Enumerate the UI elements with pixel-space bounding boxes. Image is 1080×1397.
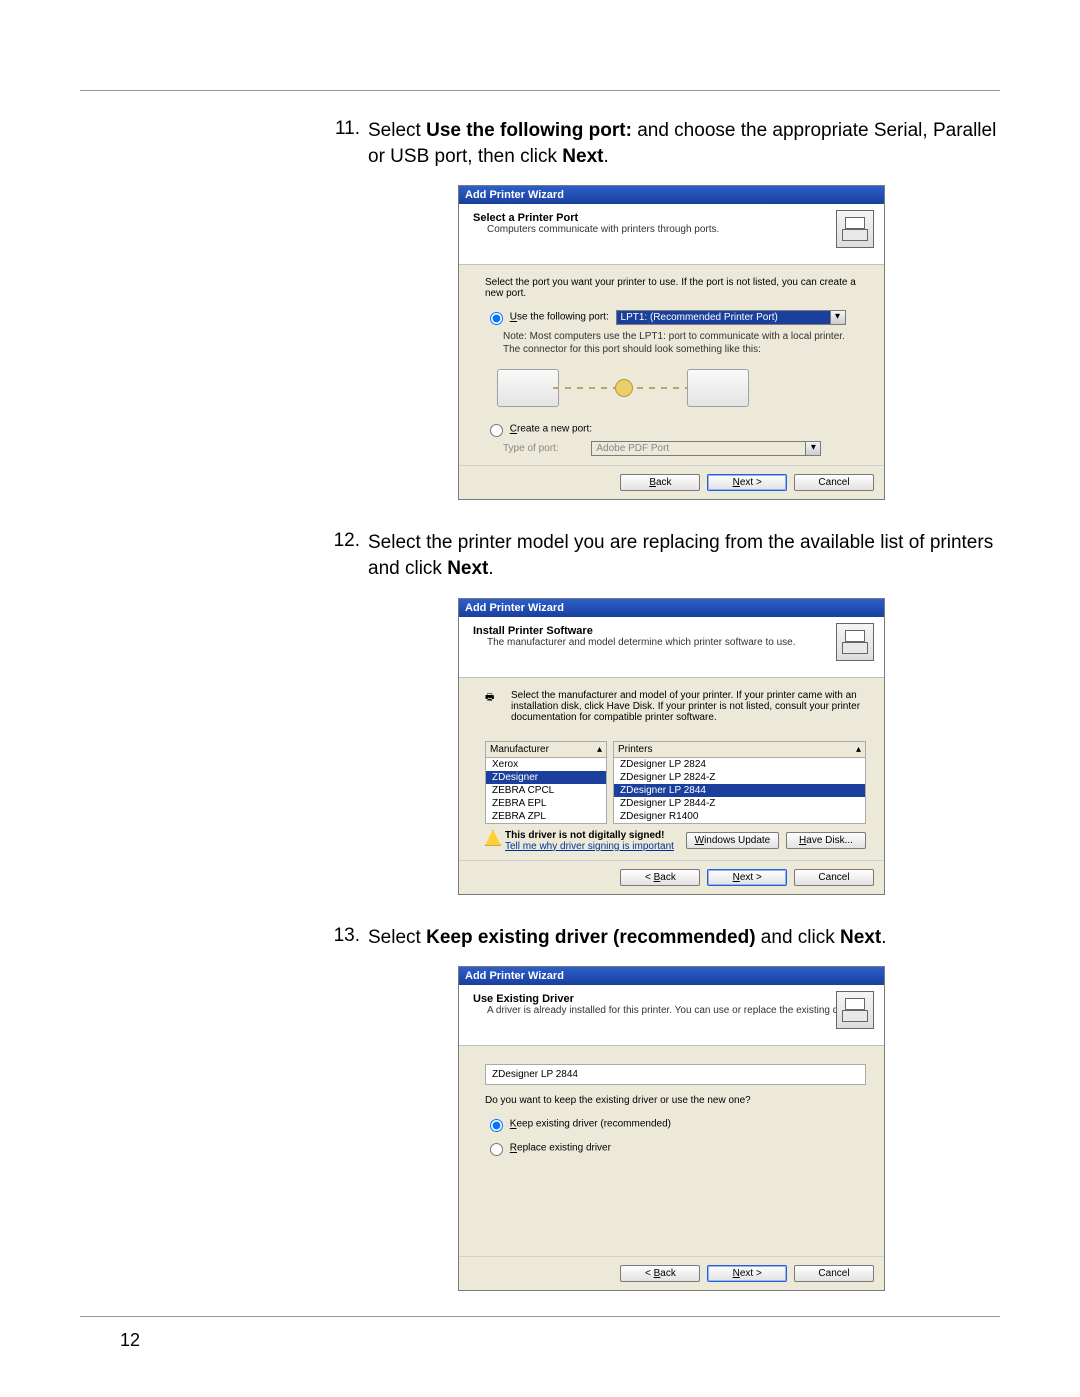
cancel-button[interactable]: Cancel: [794, 474, 874, 491]
list-item[interactable]: ZDesigner LP 2824: [614, 758, 865, 771]
printer-icon: [836, 623, 874, 661]
back-button[interactable]: Back: [620, 474, 700, 491]
port-type-dropdown: Adobe PDF Port▾: [591, 441, 821, 456]
back-button[interactable]: < Back: [620, 1265, 700, 1282]
dialog-title: Add Printer Wizard: [459, 186, 884, 204]
page-number: 12: [120, 1330, 140, 1351]
step-text: Select Keep existing driver (recommended…: [368, 925, 1000, 951]
printer-icon: [836, 210, 874, 248]
computer-icon: [497, 369, 559, 407]
use-port-radio[interactable]: [490, 312, 503, 325]
dialog-intro: Select the port you want your printer to…: [485, 277, 866, 299]
step-11: 11. Select Use the following port: and c…: [120, 118, 1000, 169]
back-button[interactable]: < Back: [620, 869, 700, 886]
dialog-title: Add Printer Wizard: [459, 967, 884, 985]
type-of-port-label: Type of port:: [503, 443, 559, 454]
step-12: 12. Select the printer model you are rep…: [120, 530, 1000, 581]
list-item[interactable]: ZDesigner LP 2844-Z: [614, 797, 865, 810]
keep-driver-radio[interactable]: [490, 1119, 503, 1132]
wizard-existing-driver-dialog: Add Printer Wizard Use Existing Driver A…: [458, 966, 883, 1291]
driver-warning: This driver is not digitally signed!: [505, 830, 664, 841]
dialog-intro: Select the manufacturer and model of you…: [511, 690, 866, 723]
list-item[interactable]: ZDesigner LP 2824-Z: [614, 771, 865, 784]
list-item[interactable]: Xerox: [486, 758, 606, 771]
dialog-subheading: A driver is already installed for this p…: [469, 1005, 874, 1016]
top-rule: [80, 90, 1000, 91]
bottom-rule: [80, 1316, 1000, 1317]
have-disk-button[interactable]: Have Disk...: [786, 832, 866, 849]
step-13: 13. Select Keep existing driver (recomme…: [120, 925, 1000, 951]
printer-small-icon: 🖶: [485, 690, 511, 733]
windows-update-button[interactable]: Windows Update: [686, 832, 780, 849]
port-dropdown[interactable]: LPT1: (Recommended Printer Port)▾: [616, 310, 846, 325]
driver-question: Do you want to keep the existing driver …: [485, 1095, 866, 1106]
driver-name: ZDesigner LP 2844: [485, 1064, 866, 1085]
scroll-up-icon: ▴: [856, 744, 861, 755]
dialog-subheading: The manufacturer and model determine whi…: [469, 637, 874, 648]
dialog-title: Add Printer Wizard: [459, 599, 884, 617]
step-number: 11.: [120, 118, 368, 169]
step-text: Select Use the following port: and choos…: [368, 118, 1000, 169]
step-text: Select the printer model you are replaci…: [368, 530, 1000, 581]
port-illustration: [493, 361, 753, 415]
cancel-button[interactable]: Cancel: [794, 1265, 874, 1282]
list-item[interactable]: ZDesigner LP 2844: [614, 784, 865, 797]
dialog-heading: Use Existing Driver: [469, 993, 874, 1005]
step-number: 12.: [120, 530, 368, 581]
dialog-subheading: Computers communicate with printers thro…: [469, 224, 874, 235]
warning-icon: [485, 830, 501, 846]
next-button[interactable]: Next >: [707, 1265, 787, 1282]
next-button[interactable]: Next >: [707, 869, 787, 886]
connector-icon: [615, 379, 633, 397]
create-port-radio[interactable]: [490, 424, 503, 437]
dialog-heading: Install Printer Software: [469, 625, 874, 637]
printers-list[interactable]: Printers▴ ZDesigner LP 2824 ZDesigner LP…: [613, 741, 866, 824]
next-button[interactable]: Next >: [707, 474, 787, 491]
port-note-1: Note: Most computers use the LPT1: port …: [503, 331, 866, 342]
wizard-software-dialog: Add Printer Wizard Install Printer Softw…: [458, 598, 883, 895]
manufacturer-list[interactable]: Manufacturer▴ Xerox ZDesigner ZEBRA CPCL…: [485, 741, 607, 824]
chevron-down-icon: ▾: [805, 442, 820, 455]
scroll-up-icon: ▴: [597, 744, 602, 755]
printer-small-icon: [687, 369, 749, 407]
list-item[interactable]: ZEBRA EPL: [486, 797, 606, 810]
step-number: 13.: [120, 925, 368, 951]
list-item[interactable]: ZEBRA CPCL: [486, 784, 606, 797]
list-item[interactable]: ZDesigner: [486, 771, 606, 784]
replace-driver-radio[interactable]: [490, 1143, 503, 1156]
printer-icon: [836, 991, 874, 1029]
list-item[interactable]: ZEBRA ZPL: [486, 810, 606, 823]
list-item[interactable]: ZDesigner R1400: [614, 810, 865, 823]
port-note-2: The connector for this port should look …: [503, 344, 866, 355]
wizard-port-dialog: Add Printer Wizard Select a Printer Port…: [458, 185, 883, 500]
dialog-heading: Select a Printer Port: [469, 212, 874, 224]
chevron-down-icon: ▾: [830, 311, 845, 324]
cancel-button[interactable]: Cancel: [794, 869, 874, 886]
driver-signing-link[interactable]: Tell me why driver signing is important: [505, 841, 674, 852]
